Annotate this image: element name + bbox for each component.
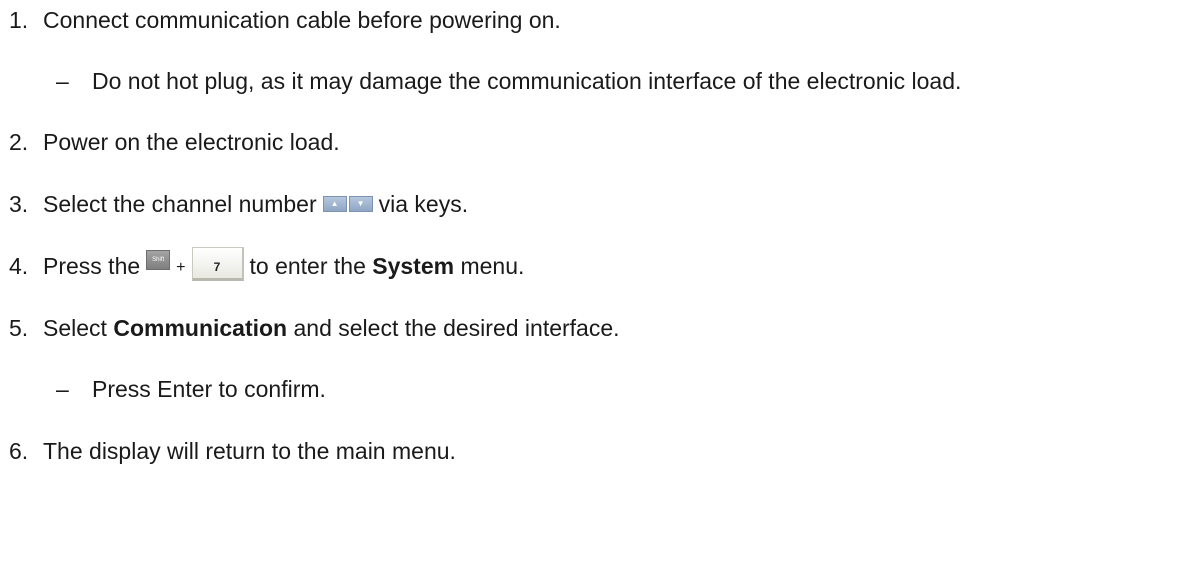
step-number: 5.: [9, 315, 29, 341]
step-6: 6. The display will return to the main m…: [0, 436, 456, 466]
step-text: The display will return to the main menu…: [43, 438, 456, 464]
step-number: 1.: [9, 7, 29, 33]
step-4: 4. Press the Shift + 7 to enter the Syst…: [0, 247, 525, 281]
step-text: Connect communication cable before power…: [43, 7, 561, 33]
dash-bullet: –: [56, 68, 69, 94]
step-number: 3.: [9, 191, 29, 217]
step-number: 6.: [9, 438, 29, 464]
substep-text: Press Enter to confirm.: [92, 376, 326, 402]
step-text-after: and select the desired interface.: [293, 315, 620, 341]
step-text-before: Select the channel number: [43, 191, 317, 217]
step-text: Power on the electronic load.: [43, 129, 340, 155]
step-2: 2. Power on the electronic load.: [0, 127, 340, 157]
plus-sign: +: [176, 259, 186, 276]
step-text-before: Select: [43, 315, 107, 341]
step-text-middle: to enter the: [249, 253, 366, 279]
substep-2: – Press Enter to confirm.: [56, 374, 326, 404]
step-1: 1. Connect communication cable before po…: [0, 5, 561, 35]
up-arrow-key-icon: ▲: [322, 196, 347, 212]
down-arrow-key-icon: ▼: [348, 196, 373, 212]
number-7-key-icon: 7: [191, 247, 244, 281]
shift-key-icon: Shift: [146, 250, 171, 270]
step-5: 5. Select Communication and select the d…: [0, 313, 620, 343]
step-text-after: via keys.: [378, 191, 469, 217]
substep-1: – Do not hot plug, as it may damage the …: [56, 66, 961, 96]
option-name: Communication: [113, 315, 288, 341]
step-text-before: Press the: [43, 253, 141, 279]
step-number: 2.: [9, 129, 29, 155]
dash-bullet: –: [56, 376, 69, 402]
channel-arrow-keys: ▲ ▼: [322, 196, 373, 212]
substep-text: Do not hot plug, as it may damage the co…: [92, 68, 962, 94]
step-number: 4.: [9, 253, 29, 279]
menu-name: System: [372, 253, 455, 279]
step-3: 3. Select the channel number ▲ ▼ via key…: [0, 189, 468, 219]
step-text-after: menu.: [460, 253, 525, 279]
